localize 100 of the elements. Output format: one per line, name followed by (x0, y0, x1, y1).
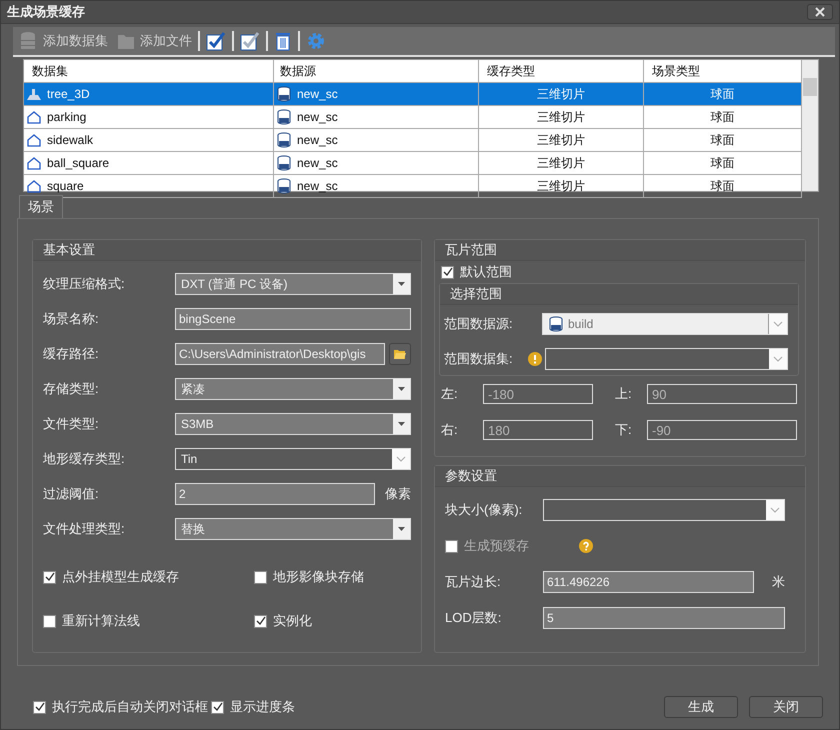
chevron-down-icon (773, 321, 783, 327)
checkbox-box[interactable] (441, 266, 454, 278)
database-icon (276, 155, 292, 171)
close-button[interactable] (807, 4, 833, 20)
field-label: 场景名称: (43, 310, 100, 328)
table-cell: 三维切片 (479, 152, 644, 174)
table-row[interactable]: parking new_sc 三维切片 球面 (24, 106, 802, 129)
checkbox-box[interactable] (211, 700, 224, 714)
caret-down-icon (398, 527, 405, 531)
database-icon (548, 316, 564, 332)
table-cell: new_sc (297, 110, 338, 124)
field-label: 左: (441, 385, 459, 403)
field-label: 上: (614, 385, 633, 403)
help-icon (579, 539, 593, 553)
checkbox-box[interactable] (43, 570, 56, 584)
field-label: 右: (441, 421, 459, 439)
caret-down-icon (398, 282, 405, 286)
table-row[interactable]: ball_square new_sc 三维切片 球面 (24, 152, 802, 175)
checkbox[interactable]: 点外挂模型生成缓存 (43, 568, 254, 586)
caret-down-icon (398, 422, 405, 426)
field-label: 存储类型: (43, 380, 100, 398)
combo-box[interactable]: 替换 (175, 518, 411, 540)
window-title: 生成场景缓存 (7, 3, 86, 21)
field-label: 文件类型: (43, 415, 100, 433)
table-cell: ball_square (47, 156, 110, 170)
table-cell: parking (47, 110, 86, 124)
field-label: 瓦片边长: (445, 573, 502, 591)
table-cell: 三维切片 (479, 106, 644, 128)
database-icon (276, 132, 292, 148)
polygon-icon (26, 133, 42, 147)
combo-box[interactable]: 紧凑 (175, 378, 411, 400)
tab[interactable]: 场景 (19, 195, 63, 218)
table-cell: new_sc (297, 133, 338, 147)
column-header[interactable]: 数据源 (274, 60, 479, 82)
text-field[interactable]: bingScene (175, 308, 411, 330)
field-label: 缓存路径: (43, 345, 100, 363)
chevron-down-icon (396, 456, 406, 462)
close-icon (815, 7, 825, 17)
table-row[interactable]: tree_3D new_sc 三维切片 球面 (24, 83, 802, 106)
checkbox[interactable]: 地形影像块存储 (254, 568, 411, 586)
checkbox-box[interactable] (43, 614, 56, 628)
combo-box[interactable]: DXT (普通 PC 设备) (175, 273, 411, 295)
caret-down-icon (398, 387, 405, 391)
checkbox[interactable]: 执行完成后自动关闭对话框 (33, 698, 208, 716)
field-label: LOD层数: (445, 609, 502, 627)
scrollbar[interactable] (802, 60, 818, 191)
group-title: 瓦片范围 (435, 240, 805, 261)
field-label: 范围数据集: (444, 350, 514, 368)
dialog-button[interactable]: 关闭 (749, 696, 823, 718)
table-cell: 三维切片 (479, 83, 644, 105)
polygon-icon (26, 179, 42, 193)
checkbox[interactable]: 重新计算法线 (43, 612, 254, 630)
text-field[interactable]: 5 (543, 607, 785, 629)
group-title: 参数设置 (435, 466, 805, 487)
field-label: 文件处理类型: (43, 520, 126, 538)
dropdown[interactable] (545, 348, 788, 370)
unit-label: 米 (771, 573, 785, 591)
table-cell: 三维切片 (479, 129, 644, 151)
checkbox[interactable]: 显示进度条 (211, 698, 295, 716)
polygon-icon (26, 110, 42, 124)
dialog-button[interactable]: 生成 (664, 696, 738, 718)
warning-icon (528, 352, 542, 366)
combo-box[interactable]: S3MB (175, 413, 411, 435)
browse-button[interactable] (389, 343, 411, 365)
table-cell: tree_3D (47, 87, 90, 101)
toolbar-icon-button[interactable] (238, 31, 262, 51)
toolbar-icon-button[interactable] (204, 31, 228, 51)
field-label: 纹理压缩格式: (43, 275, 126, 293)
field-label: 块大小(像素): (445, 501, 524, 519)
table-cell: 三维切片 (479, 175, 644, 197)
dropdown[interactable]: build (542, 313, 788, 335)
field-label: 地形缓存类型: (43, 450, 126, 468)
folder-icon (393, 348, 407, 360)
text-field[interactable]: 611.496226 (543, 571, 754, 593)
dropdown[interactable]: Tin (175, 448, 411, 470)
field-label: 过滤阈值: (43, 485, 100, 503)
checkbox[interactable]: 实例化 (254, 612, 411, 630)
table-row[interactable]: sidewalk new_sc 三维切片 球面 (24, 129, 802, 152)
column-header[interactable]: 缓存类型 (479, 60, 644, 82)
checkbox-box[interactable] (33, 700, 46, 714)
table-cell: new_sc (297, 179, 338, 193)
database-icon (276, 109, 292, 125)
checkbox-box[interactable] (254, 570, 267, 584)
path-field[interactable]: C:\Users\Administrator\Desktop\gis (175, 343, 385, 365)
table-cell: new_sc (297, 156, 338, 170)
table-cell: new_sc (297, 87, 338, 101)
table-cell: square (47, 179, 84, 193)
database-icon (276, 86, 292, 102)
text-field[interactable]: 2 (175, 483, 375, 505)
chevron-down-icon (773, 356, 783, 362)
polygon-icon (26, 156, 42, 170)
field-label: 下: (614, 421, 633, 439)
group-title: 选择范围 (440, 284, 798, 305)
column-header[interactable]: 数据集 (24, 60, 274, 82)
dropdown[interactable] (543, 499, 785, 521)
field-label: 范围数据源: (444, 315, 514, 333)
checkbox-box[interactable] (254, 614, 267, 628)
unit-label: 像素 (384, 485, 411, 503)
checkbox[interactable]: 默认范围 (435, 261, 805, 283)
group-title: 基本设置 (33, 240, 421, 261)
